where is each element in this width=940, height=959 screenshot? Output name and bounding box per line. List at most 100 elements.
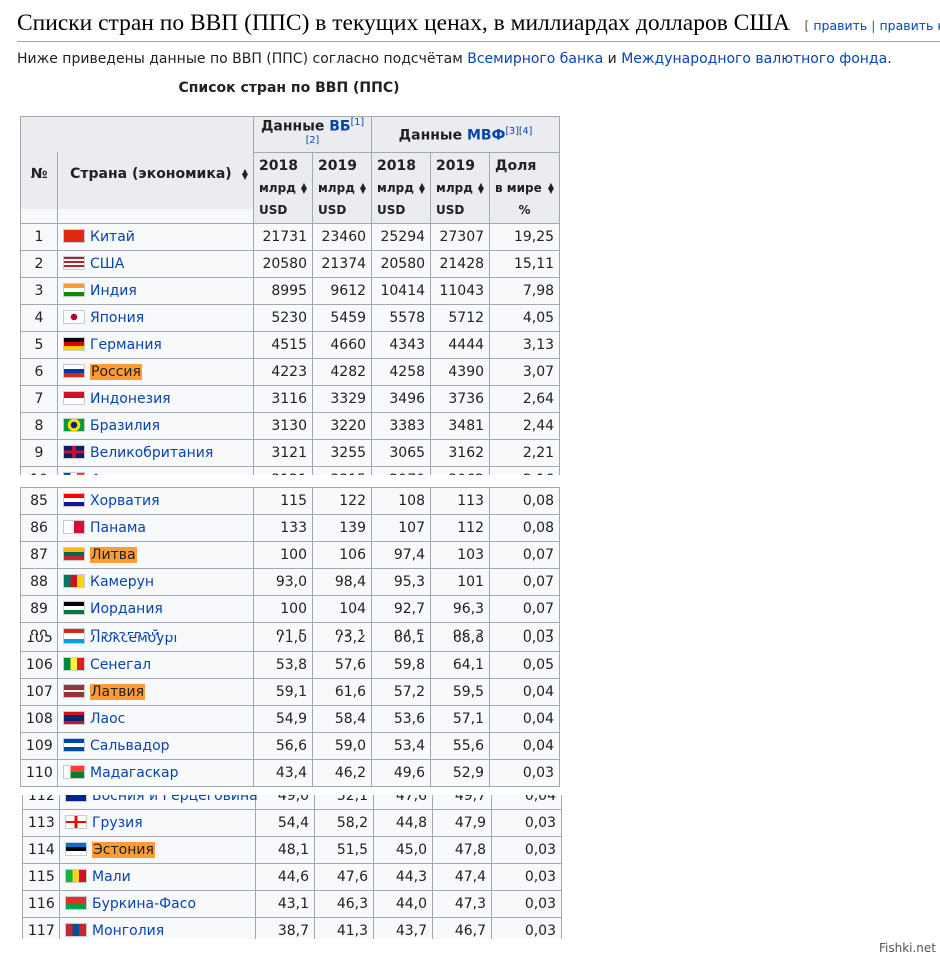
ref-4[interactable]: [4] (519, 126, 532, 137)
sort-icon[interactable]: ▲ ▼ (242, 168, 248, 181)
usa-flag-icon (63, 256, 85, 271)
table-row: 86 Панама 133 139 107 112 0,08 (20, 514, 560, 542)
sort-icon[interactable]: ▲ ▼ (360, 182, 366, 195)
wb-link[interactable]: ВБ (329, 119, 350, 135)
country-link[interactable]: Сальвадор (90, 738, 170, 754)
intro-text-mid: и (603, 51, 622, 67)
rank-cell: 86 (20, 514, 58, 542)
germany-flag-icon (63, 337, 85, 352)
imf-2018-cell: 97,4 (371, 541, 431, 569)
france-flag-icon (63, 472, 85, 475)
share-cell: 2,16 (489, 466, 561, 475)
section-heading: Списки стран по ВВП (ППС) в текущих цена… (17, 10, 940, 42)
rank-cell: 9 (20, 439, 58, 468)
country-link[interactable]: Лаос (90, 711, 125, 727)
ref-3[interactable]: [3] (505, 126, 518, 137)
header-country[interactable]: Страна (экономика) ▲ ▼ (57, 138, 254, 211)
country-link[interactable]: Парагвай (90, 628, 160, 635)
country-link[interactable]: Буркина-Фасо (92, 896, 196, 912)
ref-2[interactable]: [2] (306, 135, 319, 146)
share-cell: 0,03 (491, 809, 562, 837)
wb-2018-cell: 71,0 (253, 635, 313, 652)
country-link[interactable]: Камерун (90, 574, 154, 590)
table-row: 88 Камерун 93,0 98,4 95,3 101 0,07 (20, 568, 560, 596)
country-cell: Литва (57, 541, 254, 569)
rank-cell: 117 (22, 917, 60, 939)
world-bank-link[interactable]: Всемирного банка (467, 51, 603, 67)
paraguay-flag-icon (63, 628, 85, 635)
country-link[interactable]: Китай (90, 229, 135, 245)
china-flag-icon (63, 229, 85, 244)
wb-2019-cell: 98,4 (312, 568, 372, 596)
gdp-table: Данные ВБ[1] [2] Данные МВФ[3][4] № Стран… (20, 116, 561, 475)
country-link[interactable]: Латвия (90, 684, 146, 700)
cameroon-flag-icon (63, 574, 85, 588)
header-imf-group: Данные МВФ[3][4] (371, 116, 561, 154)
country-link[interactable]: Мадагаскар (90, 765, 178, 781)
russia-flag-icon (63, 364, 85, 379)
wb-2018-cell: 43,4 (253, 759, 313, 787)
country-cell: Германия (57, 331, 254, 360)
country-link[interactable]: Монголия (92, 923, 164, 939)
japan-flag-icon (63, 310, 85, 325)
country-link[interactable]: Германия (90, 337, 162, 353)
wb-2019-cell: 23460 (311, 223, 373, 252)
sort-icon[interactable]: ▲ ▼ (548, 182, 554, 195)
country-cell: Босния и Герцеговина (59, 795, 258, 810)
imf-2018-cell: 57,2 (371, 678, 431, 706)
wb-2018-cell: 20580 (253, 250, 313, 279)
wb-2019-cell: 21374 (311, 250, 373, 279)
header-imf-2019[interactable]: 2019 млрд ▲ ▼ USD (430, 152, 491, 225)
country-link[interactable]: Индия (90, 283, 137, 299)
panama-flag-icon (63, 520, 85, 534)
share-cell: 0,03 (489, 759, 560, 787)
country-link[interactable]: Великобритания (90, 445, 213, 461)
imf-link[interactable]: Международного валютного фонда (621, 51, 887, 67)
wb-2018-cell: 3116 (253, 385, 313, 414)
header-share[interactable]: Доля в мире ▲ ▼ % (489, 152, 561, 225)
country-link[interactable]: Панама (90, 520, 146, 536)
country-link[interactable]: США (90, 256, 124, 272)
imf-header-link[interactable]: МВФ (467, 127, 506, 143)
edit-link[interactable]: править (813, 18, 867, 33)
wb-2018-cell: 54,4 (255, 809, 315, 837)
header-imf-2018[interactable]: 2018 млрд ▲ ▼ USD (371, 152, 432, 225)
country-link[interactable]: Иордания (90, 601, 163, 617)
country-link[interactable]: Бразилия (90, 418, 160, 434)
country-link[interactable]: Мали (92, 869, 131, 885)
country-link[interactable]: Хорватия (90, 493, 160, 509)
share-label: Доля (495, 158, 537, 175)
country-cell: США (57, 250, 254, 279)
wb-2019-cell: 122 (312, 487, 372, 515)
imf-refs: [3][4] (505, 126, 532, 137)
country-link[interactable]: Япония (90, 310, 144, 326)
country-link[interactable]: Грузия (92, 815, 143, 831)
edit-code-link[interactable]: править код (879, 18, 940, 33)
header-rank[interactable]: № (20, 138, 58, 211)
country-link[interactable]: Босния и Герцеговина (92, 795, 258, 804)
brazil-flag-icon (63, 418, 85, 433)
header-wb-2019[interactable]: 2019 млрд ▲ ▼ USD (311, 152, 373, 225)
country-link[interactable]: Индонезия (90, 391, 171, 407)
wb-2018-cell: 44,6 (255, 863, 315, 891)
table-row: 90 Парагвай 91,593,194,596,30,07 (20, 622, 560, 635)
wb-2019-cell: 61,6 (312, 678, 372, 706)
country-cell: Иордания (57, 595, 254, 623)
wb-2019-cell: 46,3 (314, 890, 374, 918)
country-link[interactable]: Люксембург (90, 635, 181, 646)
country-cell: Хорватия (57, 487, 254, 515)
country-link[interactable]: Сенегал (90, 657, 151, 673)
country-link[interactable]: Россия (90, 364, 142, 381)
rank-label: № (30, 166, 48, 183)
wb-2019-cell: 52,1 (314, 795, 374, 810)
country-link[interactable]: Эстония (92, 842, 155, 858)
header-wb-2018[interactable]: 2018 млрд ▲ ▼ USD (253, 152, 313, 225)
sort-icon[interactable]: ▲ ▼ (419, 182, 425, 195)
wb-2019-cell: 57,6 (312, 651, 372, 679)
country-link[interactable]: Франция (90, 472, 156, 475)
sort-icon[interactable]: ▲ ▼ (478, 182, 484, 195)
country-link[interactable]: Литва (90, 547, 137, 563)
sort-icon[interactable]: ▲ ▼ (301, 182, 307, 195)
ref-1[interactable]: [1] (351, 117, 364, 128)
jordan-flag-icon (63, 601, 85, 615)
